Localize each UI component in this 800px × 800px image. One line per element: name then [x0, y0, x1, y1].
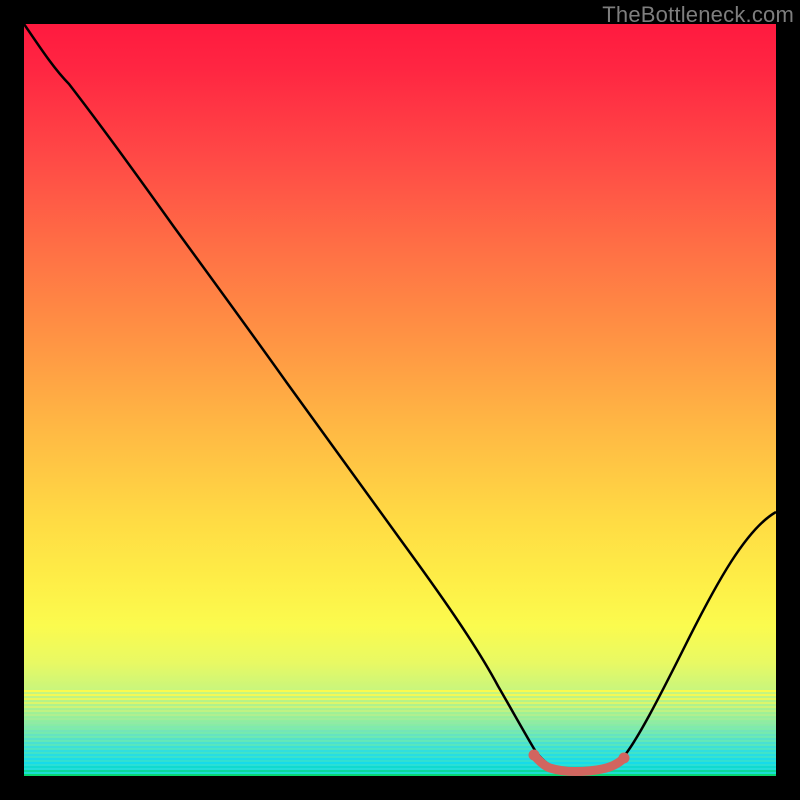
chart-area [24, 24, 776, 776]
chart-curve-svg [24, 24, 776, 776]
highlight-start-dot [529, 750, 540, 761]
highlight-end-dot [619, 753, 630, 764]
watermark-text: TheBottleneck.com [602, 2, 794, 28]
bottleneck-curve [24, 24, 776, 771]
highlight-min-region [534, 755, 624, 772]
